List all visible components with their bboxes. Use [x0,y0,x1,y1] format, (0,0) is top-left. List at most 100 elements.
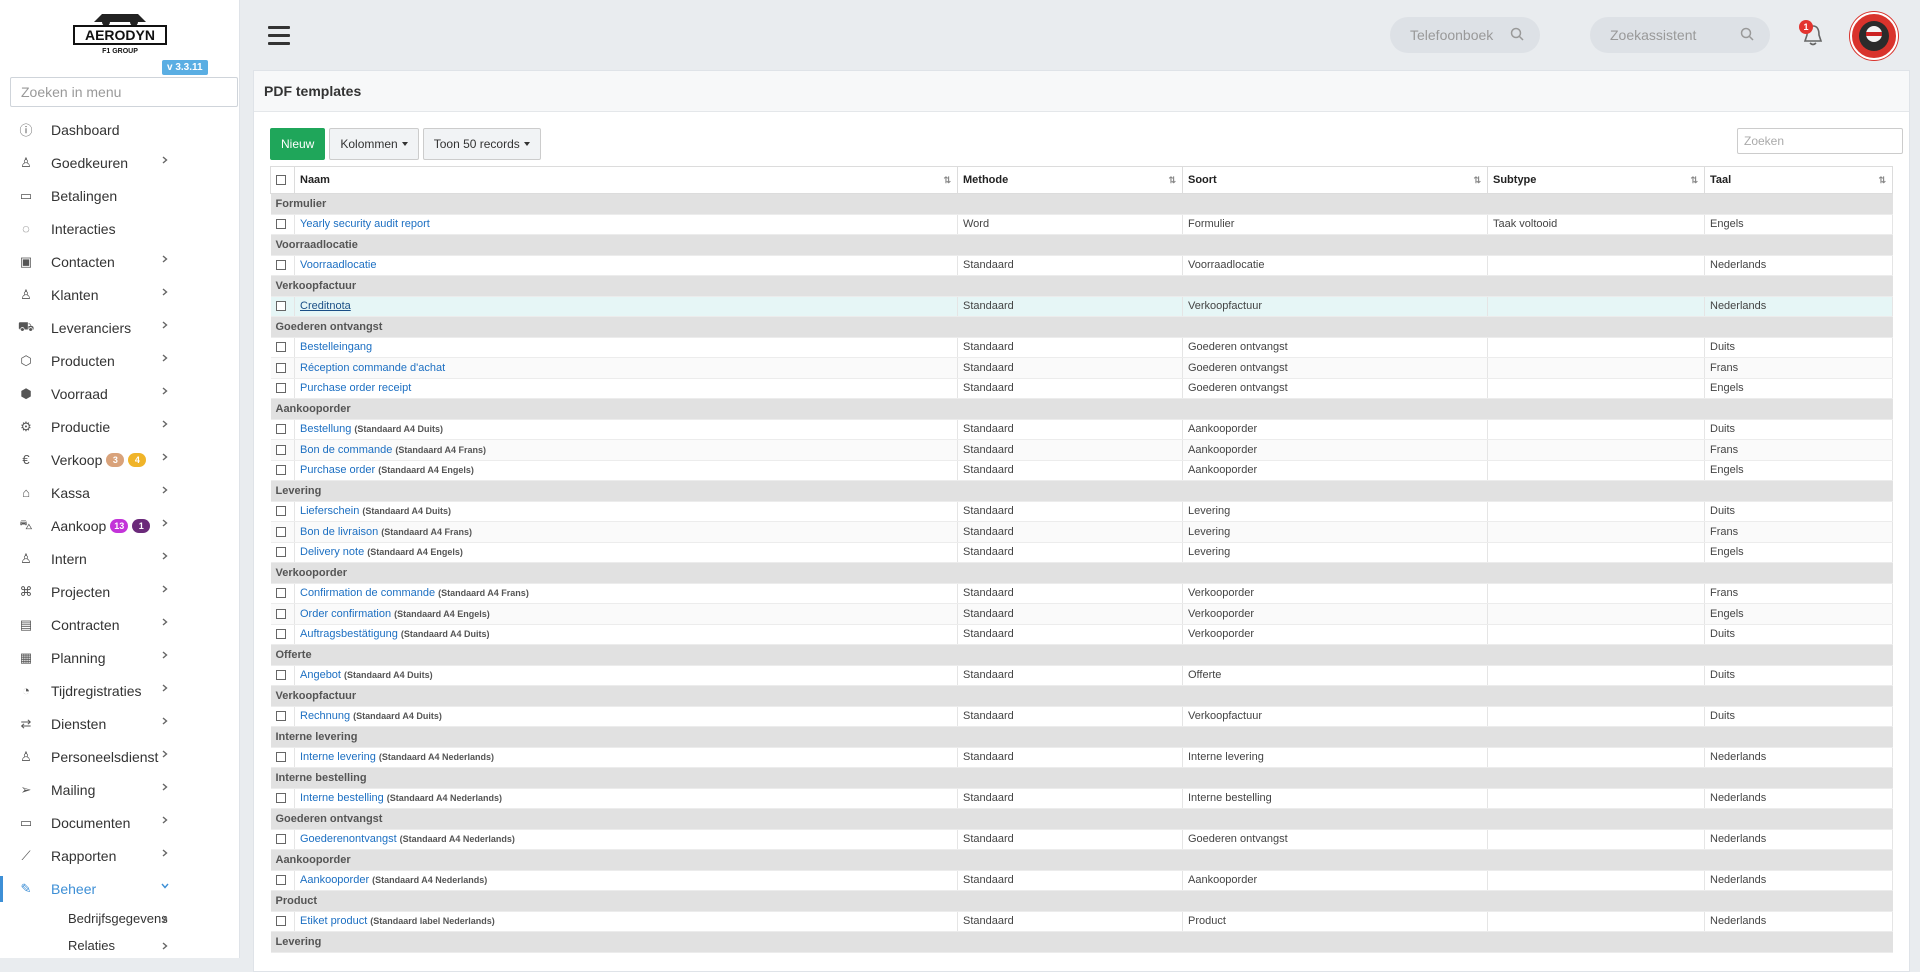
sidebar-item-projecten[interactable]: ⌘ Projecten [0,575,239,608]
template-link[interactable]: Purchase order [300,464,375,476]
sidebar-item-diensten[interactable]: ⇄ Diensten [0,707,239,740]
table-row[interactable]: Interne levering (Standaard A4 Nederlands… [270,747,1893,768]
table-row[interactable]: Lieferschein (Standaard A4 Duits) Standaar… [270,501,1893,522]
sidebar-item-leveranciers[interactable]: ⛟ Leveranciers [0,311,239,344]
template-link[interactable]: Interne levering [300,751,376,763]
sidebar-item-rapporten[interactable]: ⟋ Rapporten [0,839,239,872]
template-link[interactable]: Lieferschein [300,505,359,517]
template-link[interactable]: Creditnota [300,300,351,312]
sidebar-item-contacten[interactable]: ▣ Contacten [0,245,239,278]
sidebar-item-mailing[interactable]: ➢ Mailing [0,773,239,806]
sidebar-item-tijdregistraties[interactable]: ◔ Tijdregistraties [0,674,239,707]
columns-button[interactable]: Kolommen [329,128,419,160]
table-row[interactable]: Bestellung (Standaard A4 Duits) Standaard A… [270,419,1893,440]
table-row[interactable]: Order confirmation (Standaard A4 Engels) S… [270,603,1893,625]
template-link[interactable]: Bestellung [300,423,351,435]
template-link[interactable]: Angebot [300,669,341,681]
sort-icon[interactable]: ⇅ [1878,175,1886,186]
table-search-input[interactable] [1737,128,1903,154]
template-link[interactable]: Order confirmation [300,608,391,620]
row-checkbox[interactable] [275,444,286,455]
template-link[interactable]: Delivery note [300,546,364,558]
sidebar-item-personeelsdienst[interactable]: ♙ Personeelsdienst [0,740,239,773]
assistant-search[interactable]: Zoekassistent [1590,17,1770,53]
sort-icon[interactable]: ⇅ [943,175,951,186]
sort-icon[interactable]: ⇅ [1168,175,1176,186]
row-checkbox[interactable] [275,588,286,599]
table-row[interactable]: Auftragsbestätigung (Standaard A4 Duits) S… [270,624,1893,645]
sidebar-item-documenten[interactable]: ▭ Documenten [0,806,239,839]
table-row[interactable]: Aankooporder (Standaard A4 Nederlands) Sta… [270,870,1893,891]
row-checkbox[interactable] [275,260,286,271]
row-checkbox[interactable] [275,711,286,722]
table-row[interactable]: Bestelleingang Standaard Goederen ontvangs… [270,337,1893,358]
row-checkbox[interactable] [275,916,286,927]
row-checkbox[interactable] [275,342,286,353]
column-header-methode[interactable]: Methode ⇅ [957,166,1183,194]
template-link[interactable]: Rechnung [300,710,350,722]
row-checkbox[interactable] [275,608,286,619]
menu-search-input[interactable] [10,77,238,107]
sidebar-item-interacties[interactable]: ◌ Interacties [0,212,239,245]
table-row[interactable]: Bon de livraison (Standaard A4 Frans) Stan… [270,521,1893,543]
template-link[interactable]: Voorraadlocatie [300,259,376,271]
table-row[interactable]: Delivery note (Standaard A4 Engels) Standa… [270,542,1893,563]
sidebar-item-verkoop[interactable]: € Verkoop 3 4 [0,443,239,476]
table-row[interactable]: Confirmation de commande (Standaard A4 Fr… [270,583,1893,604]
row-checkbox[interactable] [275,875,286,886]
sidebar-item-contracten[interactable]: ▤ Contracten [0,608,239,641]
sidebar-item-voorraad[interactable]: ⬢ Voorraad [0,377,239,410]
row-checkbox[interactable] [275,383,286,394]
table-row[interactable]: Rechnung (Standaard A4 Duits) Standaard Ver… [270,706,1893,727]
sidebar-item-kassa[interactable]: ⌂ Kassa [0,476,239,509]
row-checkbox[interactable] [275,834,286,845]
table-row[interactable]: Goederenontvangst (Standaard A4 Nederland… [270,829,1893,850]
sort-icon[interactable]: ⇅ [1690,175,1698,186]
table-row[interactable]: Yearly security audit report Word Formulie… [270,214,1893,235]
template-link[interactable]: Confirmation de commande [300,587,435,599]
sidebar-item-intern[interactable]: ♙ Intern [0,542,239,575]
row-checkbox[interactable] [275,506,286,517]
table-row[interactable]: Interne bestelling (Standaard A4 Nederlan… [270,788,1893,809]
column-header-naam[interactable]: Naam ⇅ [294,166,958,194]
template-link[interactable]: Goederenontvangst [300,833,397,845]
table-row[interactable]: Purchase order (Standaard A4 Engels) Stand… [270,460,1893,481]
template-link[interactable]: Purchase order receipt [300,382,411,394]
column-header-soort[interactable]: Soort ⇅ [1182,166,1488,194]
avatar[interactable] [1850,12,1898,60]
select-all-checkbox[interactable] [276,175,286,186]
new-button[interactable]: Nieuw [270,128,326,160]
row-checkbox[interactable] [275,670,286,681]
sidebar-subitem-bedrijfsgegevens[interactable]: Bedrijfsgegevens [0,905,239,932]
sidebar-item-goedkeuren[interactable]: ♙ Goedkeuren [0,146,239,179]
sidebar-item-planning[interactable]: ▦ Planning [0,641,239,674]
row-checkbox[interactable] [275,424,286,435]
template-link[interactable]: Réception commande d'achat [300,362,445,374]
table-row[interactable]: Bon de commande (Standaard A4 Frans) Stand… [270,439,1893,461]
sidebar-subitem-relaties[interactable]: Relaties [0,932,239,958]
table-row[interactable]: Creditnota Standaard Verkoopfactuur Nederla… [270,296,1893,317]
row-checkbox[interactable] [275,547,286,558]
sidebar-item-aankoop[interactable]: ⛍ Aankoop 13 1 [0,509,239,542]
template-link[interactable]: Bestelleingang [300,341,372,353]
table-row[interactable]: Angebot (Standaard A4 Duits) Standaard Offe… [270,665,1893,686]
sidebar-item-klanten[interactable]: ♙ Klanten [0,278,239,311]
table-row[interactable]: Etiket product (Standaard label Nederland… [270,911,1893,932]
template-link[interactable]: Etiket product [300,915,367,927]
row-checkbox[interactable] [275,301,286,312]
logo[interactable]: AERODYN F1 GROUP [72,4,168,56]
sidebar-item-producten[interactable]: ⬡ Producten [0,344,239,377]
row-checkbox[interactable] [275,526,286,537]
row-checkbox[interactable] [275,362,286,373]
template-link[interactable]: Interne bestelling [300,792,384,804]
row-checkbox[interactable] [275,752,286,763]
sidebar-item-dashboard[interactable]: ⓘ Dashboard [0,113,239,146]
sidebar-item-beheer[interactable]: ✎ Beheer [0,872,239,905]
row-checkbox[interactable] [275,465,286,476]
sort-icon[interactable]: ⇅ [1473,175,1481,186]
table-row[interactable]: Voorraadlocatie Standaard Voorraadlocatie N… [270,255,1893,276]
row-checkbox[interactable] [275,219,286,230]
table-row[interactable]: Réception commande d'achat Standaard Goede… [270,357,1893,379]
menu-toggle-icon[interactable] [268,26,290,45]
column-header-taal[interactable]: Taal ⇅ [1704,166,1893,194]
